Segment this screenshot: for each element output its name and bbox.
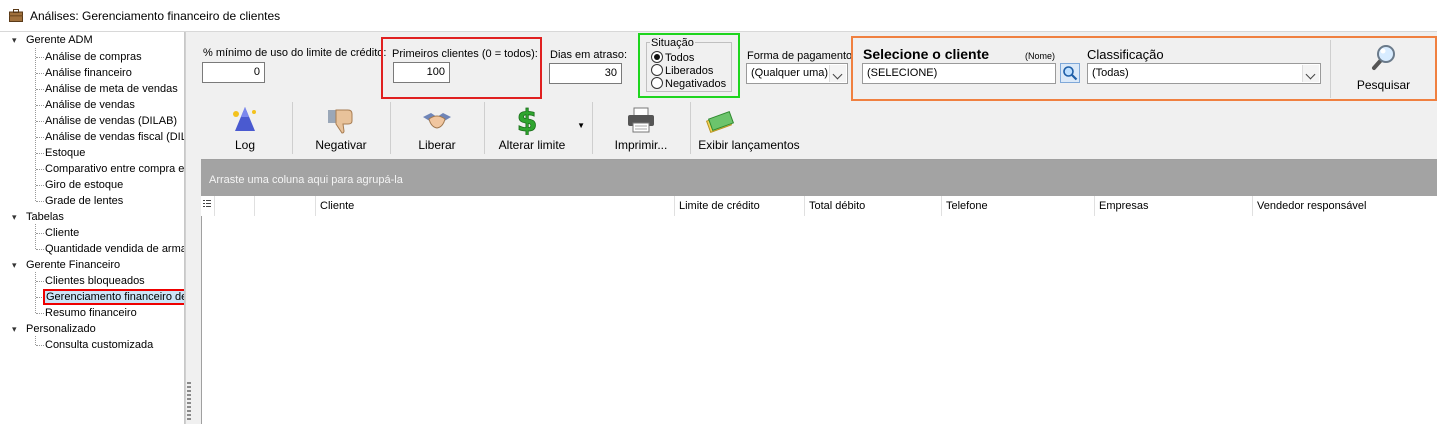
payment-select[interactable]: (Qualquer uma) (746, 63, 848, 84)
column-header-telefone[interactable]: Telefone (941, 196, 1094, 216)
alterar-limite-button[interactable]: $ ▼ Alterar limite (485, 101, 591, 157)
min-usage-input[interactable]: 0 (202, 62, 265, 83)
client-hint: (Nome) (1025, 51, 1056, 61)
tree-item-giro-estoque[interactable]: Giro de estoque (45, 177, 123, 193)
tree-item-vendas-dilab[interactable]: Análise de vendas (DILAB) (45, 113, 177, 129)
radio-todos[interactable]: Todos (651, 51, 694, 65)
svg-text:$: $ (517, 105, 538, 135)
radio-negativados[interactable]: Negativados (651, 77, 726, 91)
negativar-button[interactable]: Negativar (293, 101, 389, 157)
situation-label: Situação (650, 37, 695, 49)
tree-item-cliente[interactable]: Cliente (45, 225, 79, 241)
first-clients-input[interactable]: 100 (393, 62, 450, 83)
chevron-down-icon[interactable]: ▾ (12, 321, 26, 337)
tree-item-analise-compras[interactable]: Análise de compras (45, 49, 142, 65)
exibir-lancamentos-button[interactable]: Exibir lançamentos (691, 101, 807, 157)
money-stack-icon (705, 110, 735, 134)
dropdown-arrow-icon[interactable]: ▼ (577, 121, 585, 130)
classification-label: Classificação (1087, 47, 1164, 62)
chevron-down-icon[interactable] (829, 65, 846, 82)
imprimir-button[interactable]: Imprimir... (593, 101, 689, 157)
tree-group-gerente-adm[interactable]: ▾ Gerente ADM (12, 32, 93, 48)
thumbs-down-icon (328, 109, 353, 134)
column-header-vendedor[interactable]: Vendedor responsável (1252, 196, 1437, 216)
tree-item-clientes-bloqueados[interactable]: Clientes bloqueados (45, 273, 145, 289)
tree-item-vendas-fiscal[interactable]: Análise de vendas fiscal (DILA (45, 129, 184, 145)
tree-item-gerenciamento-financeiro[interactable]: Gerenciamento financeiro de (42, 289, 184, 305)
column-header-blank[interactable] (254, 196, 315, 216)
log-button[interactable]: Log (199, 101, 291, 157)
search-button[interactable]: Pesquisar (1332, 40, 1435, 98)
tree-item-quantidade-vendida[interactable]: Quantidade vendida de arma (45, 241, 184, 257)
tree-group-gerente-financeiro[interactable]: ▾ Gerente Financeiro (12, 257, 120, 273)
client-search-button[interactable] (1060, 63, 1080, 83)
column-header-empresas[interactable]: Empresas (1094, 196, 1252, 216)
days-late-label: Dias em atraso: (550, 49, 628, 61)
title-bar: Análises: Gerenciamento financeiro de cl… (0, 0, 1437, 32)
column-header-blank[interactable] (214, 196, 254, 216)
liberar-button[interactable]: Liberar (391, 101, 483, 157)
panel-splitter[interactable] (185, 32, 199, 424)
navigation-tree: ▾ Gerente ADM Análise de compras Análise … (0, 32, 185, 424)
tree-group-personalizado[interactable]: ▾ Personalizado (12, 321, 96, 337)
first-clients-label: Primeiros clientes (0 = todos): (392, 48, 538, 60)
tree-item-comparativo[interactable]: Comparativo entre compra e (45, 161, 184, 177)
classification-select[interactable]: (Todas) (1087, 63, 1321, 84)
column-chooser-icon[interactable] (201, 196, 214, 216)
magnifier-icon (1372, 45, 1395, 70)
wizard-icon (233, 107, 256, 131)
splitter-grip-icon[interactable] (187, 382, 191, 422)
radio-checked-icon[interactable] (651, 51, 663, 63)
tree-item-meta-vendas[interactable]: Análise de meta de vendas (45, 81, 178, 97)
tree-item-grade-lentes[interactable]: Grade de lentes (45, 193, 123, 209)
column-header-total-debito[interactable]: Total débito (804, 196, 941, 216)
tree-item-estoque[interactable]: Estoque (45, 145, 85, 161)
radio-unchecked-icon[interactable] (651, 64, 663, 76)
chevron-down-icon[interactable]: ▾ (12, 257, 26, 273)
briefcase-icon (9, 9, 23, 22)
column-header-cliente[interactable]: Cliente (315, 196, 674, 216)
handshake-icon (423, 113, 451, 129)
payment-label: Forma de pagamento (747, 50, 853, 62)
radio-liberados[interactable]: Liberados (651, 64, 713, 78)
dollar-icon: $ (517, 105, 539, 135)
chevron-down-icon[interactable]: ▾ (12, 209, 26, 225)
tree-item-analise-financeiro[interactable]: Análise financeiro (45, 65, 132, 81)
column-header-limite-credito[interactable]: Limite de crédito (674, 196, 804, 216)
days-late-input[interactable]: 30 (549, 63, 622, 84)
tree-item-consulta-customizada[interactable]: Consulta customizada (45, 337, 153, 353)
chevron-down-icon[interactable] (1302, 65, 1319, 82)
tree-group-tabelas[interactable]: ▾ Tabelas (12, 209, 64, 225)
tree-item-resumo-financeiro[interactable]: Resumo financeiro (45, 305, 137, 321)
min-usage-label: % mínimo de uso do limite de crédito: (203, 47, 387, 59)
printer-icon (628, 107, 654, 133)
search-icon (1063, 66, 1078, 81)
client-label: Selecione o cliente (863, 46, 990, 62)
window-title: Análises: Gerenciamento financeiro de cl… (30, 9, 281, 23)
group-by-panel[interactable]: Arraste uma coluna aqui para agrupá-la (201, 160, 1437, 196)
tree-item-analise-vendas[interactable]: Análise de vendas (45, 97, 135, 113)
client-input[interactable]: (SELECIONE) (862, 63, 1056, 84)
chevron-down-icon[interactable]: ▾ (12, 32, 26, 48)
radio-unchecked-icon[interactable] (651, 77, 663, 89)
